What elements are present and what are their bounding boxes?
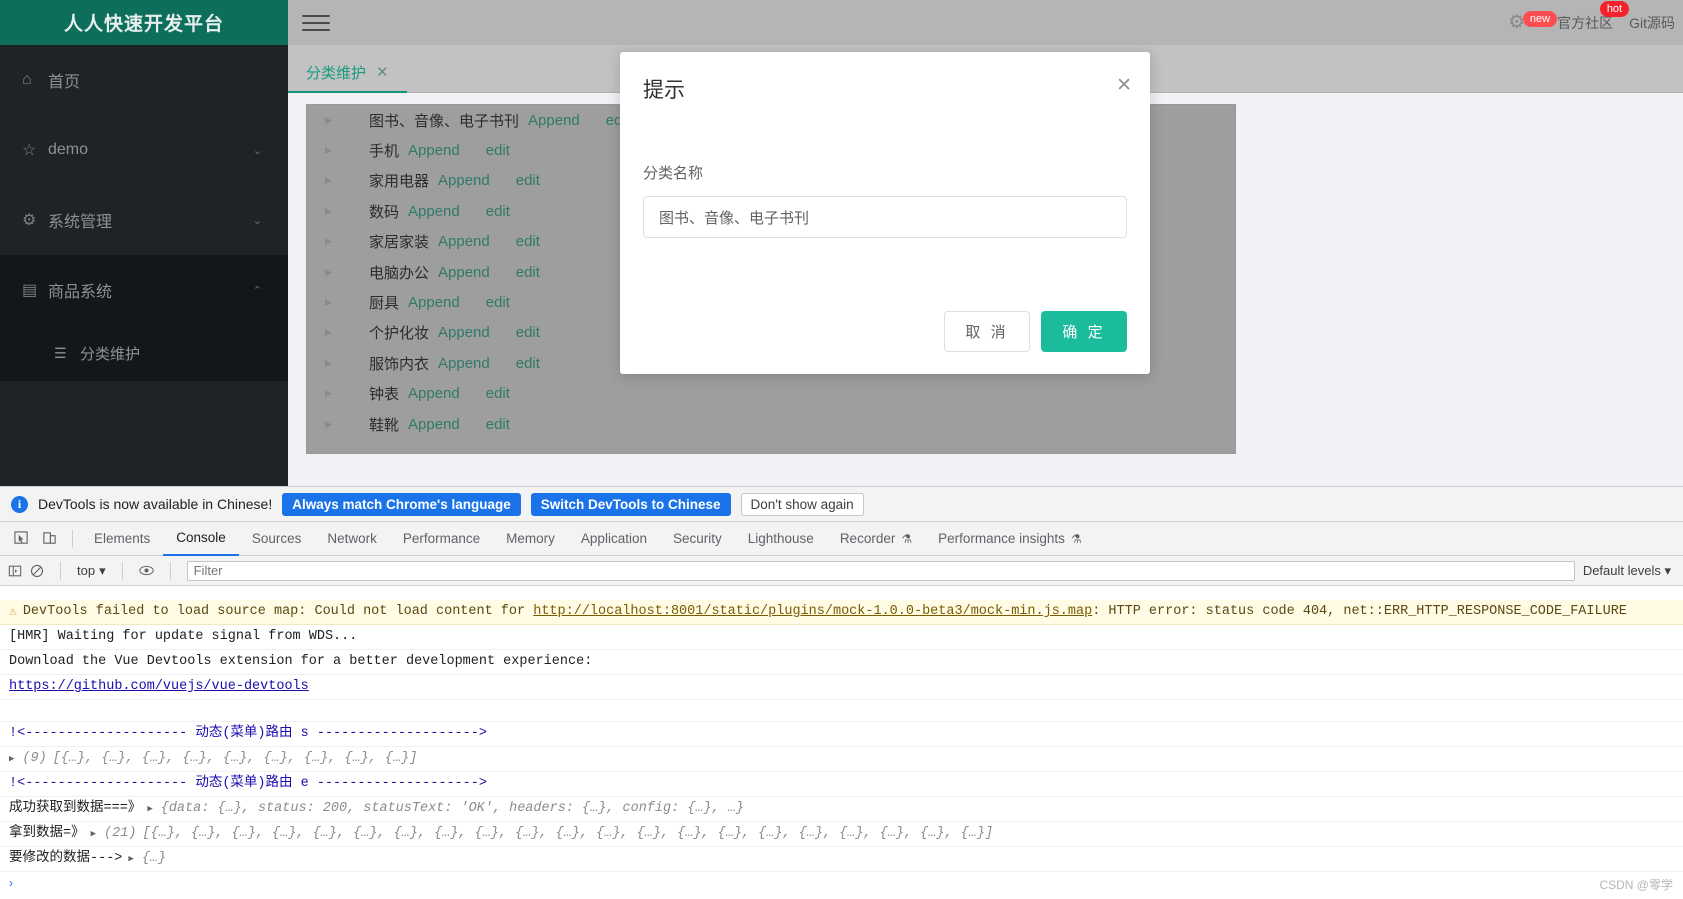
warning-text-pre: DevTools failed to load source map: Coul…	[22, 604, 534, 619]
object-preview: {data: {…}, status: 200, statusText: 'OK…	[160, 801, 745, 816]
array-count: (9)	[22, 751, 47, 766]
tab-label: Sources	[251, 531, 302, 546]
source-map-url[interactable]: http://localhost:8001/static/plugins/moc…	[533, 604, 1092, 619]
log-text: Download the Vue Devtools extension for …	[9, 654, 593, 669]
console-array-row: ▶ (9) [{…}, {…}, {…}, {…}, {…}, {…}, {…}, …	[0, 747, 1683, 772]
tab-label: Memory	[506, 531, 555, 546]
object-preview: {…}	[141, 851, 167, 866]
array-preview: [{…}, {…}, {…}, {…}, {…}, {…}, {…}, {…},…	[52, 751, 418, 766]
inspect-element-icon[interactable]	[8, 528, 34, 550]
console-link-row: https://github.com/vuejs/vue-devtools	[0, 675, 1683, 700]
log-label: 成功获取到数据===》	[9, 801, 142, 816]
tab-label: Console	[176, 530, 226, 545]
watermark: CSDN @零学	[1599, 878, 1673, 892]
console-log-row: [HMR] Waiting for update signal from WDS…	[0, 625, 1683, 650]
array-count: (21)	[104, 826, 137, 841]
modal-overlay[interactable]: 提示 ✕ 分类名称 取 消 确 定	[0, 0, 1683, 486]
execution-context-value: top	[77, 563, 96, 578]
tab-performance-insights[interactable]: Performance insights ⚗	[925, 522, 1095, 556]
log-text: [HMR] Waiting for update signal from WDS…	[9, 629, 358, 644]
tab-performance[interactable]: Performance	[390, 522, 493, 556]
expand-arrow-icon[interactable]: ▶	[147, 800, 152, 818]
tab-label: Performance	[402, 531, 481, 546]
divider	[169, 561, 171, 580]
warning-text-post: : HTTP error: status code 404, net::ERR_…	[1092, 604, 1627, 619]
divider	[72, 529, 73, 548]
confirm-button[interactable]: 确 定	[1041, 311, 1127, 352]
experiment-icon: ⚗	[901, 531, 913, 546]
dont-show-again-button[interactable]: Don't show again	[740, 492, 864, 516]
category-name-input[interactable]	[643, 196, 1127, 238]
tab-elements[interactable]: Elements	[81, 522, 163, 556]
tab-memory[interactable]: Memory	[493, 522, 568, 556]
dialog-footer: 取 消 确 定	[944, 311, 1127, 352]
vue-devtools-url[interactable]: https://github.com/vuejs/vue-devtools	[9, 678, 309, 696]
tab-label: Security	[672, 531, 722, 546]
browser-page-region: 人人快速开发平台 ⌂ 首页 ☆ demo ⌄ ⚙ 系统管理 ⌄ ▤ 商品系统 ⌃…	[0, 0, 1683, 486]
tab-recorder[interactable]: Recorder ⚗	[827, 522, 925, 556]
experiment-icon: ⚗	[1070, 531, 1082, 546]
divider	[60, 561, 61, 580]
expand-arrow-icon[interactable]: ▶	[9, 750, 14, 768]
log-label: 拿到数据=》	[9, 826, 85, 841]
warning-icon: ⚠	[9, 604, 17, 619]
tab-security[interactable]: Security	[660, 522, 735, 556]
tab-label: Network	[327, 531, 377, 546]
category-name-label: 分类名称	[643, 165, 704, 182]
tab-label: Application	[580, 531, 647, 546]
console-object-row: 要修改的数据---> ▶ {…}	[0, 847, 1683, 872]
live-expression-icon[interactable]	[138, 564, 154, 577]
device-toolbar-icon[interactable]	[36, 528, 62, 550]
tab-label: Performance insights	[938, 531, 1065, 546]
console-route-row: !<-------------------- 动态(菜单)路由 e ------…	[0, 772, 1683, 797]
switch-to-chinese-button[interactable]: Switch DevTools to Chinese	[530, 492, 731, 516]
tab-sources[interactable]: Sources	[239, 522, 315, 556]
clear-console-icon[interactable]	[30, 564, 44, 578]
tab-label: Elements	[94, 531, 151, 546]
devtools-language-banner: i DevTools is now available in Chinese! …	[0, 487, 1683, 522]
route-text: !<-------------------- 动态(菜单)路由 s ------…	[9, 726, 487, 741]
close-icon[interactable]: ✕	[1116, 76, 1132, 95]
console-log-row: Download the Vue Devtools extension for …	[0, 650, 1683, 675]
tab-label: Lighthouse	[747, 531, 814, 546]
console-object-row: 成功获取到数据===》 ▶ {data: {…}, status: 200, sta…	[0, 797, 1683, 822]
console-warning-row: ⚠ DevTools failed to load source map: Cou…	[0, 600, 1683, 625]
dialog-title: 提示	[643, 79, 685, 102]
route-text: !<-------------------- 动态(菜单)路由 e ------…	[9, 776, 487, 791]
info-icon: i	[11, 495, 28, 513]
expand-arrow-icon[interactable]: ▶	[128, 850, 133, 868]
log-label: 要修改的数据--->	[9, 851, 123, 866]
devtools-tabs: Elements Console Sources Network Performance…	[81, 522, 1095, 556]
tab-application[interactable]: Application	[568, 522, 660, 556]
devtools-tabbar: Elements Console Sources Network Performance…	[0, 522, 1683, 556]
always-match-language-button[interactable]: Always match Chrome's language	[282, 492, 521, 516]
banner-text: DevTools is now available in Chinese!	[38, 496, 273, 512]
cancel-button[interactable]: 取 消	[944, 311, 1030, 352]
console-route-row: !<-------------------- 动态(菜单)路由 s ------…	[0, 722, 1683, 747]
console-prompt[interactable]: ›	[0, 872, 1683, 894]
prompt-caret-icon: ›	[9, 876, 13, 890]
log-levels-select[interactable]: Default levels ▾	[1583, 563, 1675, 579]
console-toolbar: top ▾ Default levels ▾	[0, 556, 1683, 586]
expand-arrow-icon[interactable]: ▶	[91, 825, 96, 843]
tab-label: Recorder	[839, 531, 896, 546]
execution-context-select[interactable]: top ▾	[77, 563, 106, 579]
console-filter-input[interactable]	[186, 560, 1575, 581]
chevron-down-icon: ▾	[99, 562, 106, 578]
array-preview: [{…}, {…}, {…}, {…}, {…}, {…}, {…}, {…},…	[142, 826, 994, 841]
divider	[121, 561, 123, 580]
tab-lighthouse[interactable]: Lighthouse	[735, 522, 827, 556]
tab-console[interactable]: Console	[163, 522, 239, 556]
console-array-row: 拿到数据=》 ▶ (21) [{…}, {…}, {…}, {…}, {…}, {…}…	[0, 822, 1683, 847]
tab-network[interactable]: Network	[314, 522, 390, 556]
console-blank-row	[0, 700, 1683, 722]
prompt-dialog: 提示 ✕ 分类名称 取 消 确 定	[620, 52, 1150, 374]
console-messages: ⚠ DevTools failed to load source map: Cou…	[0, 600, 1683, 899]
console-sidebar-icon[interactable]	[8, 564, 22, 578]
devtools-panel: i DevTools is now available in Chinese! …	[0, 486, 1683, 899]
